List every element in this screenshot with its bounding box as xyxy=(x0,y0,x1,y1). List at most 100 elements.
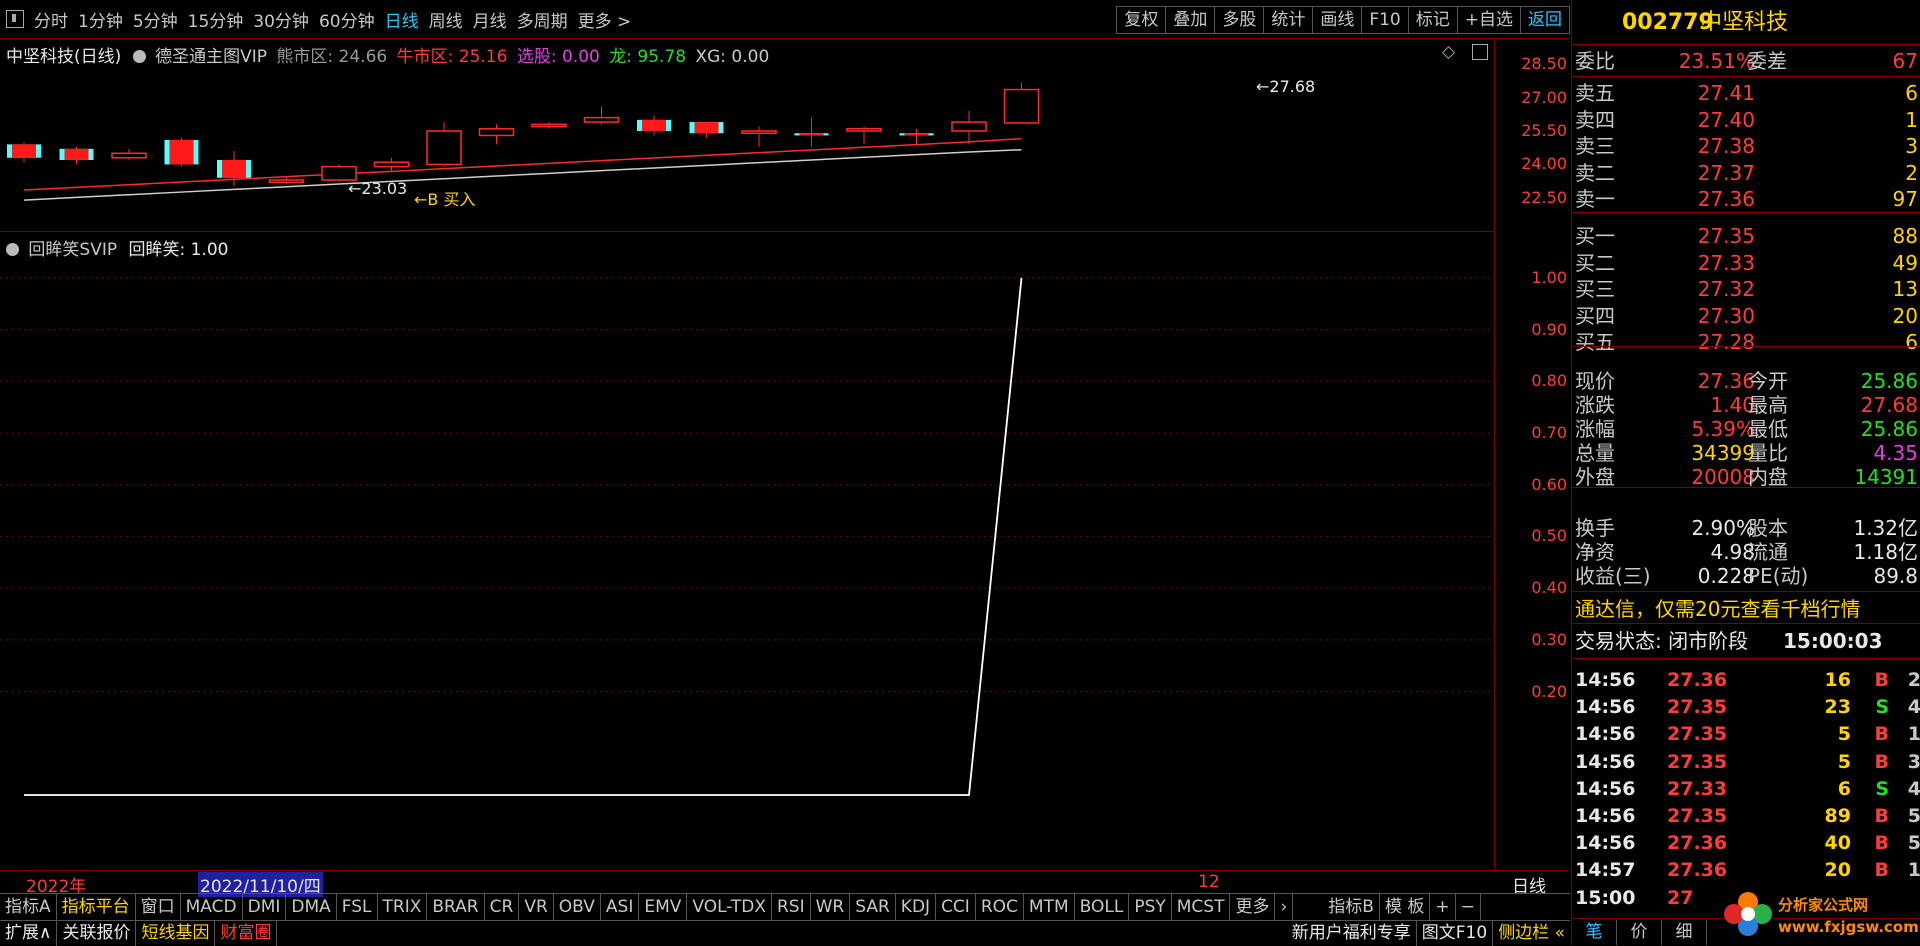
indicator-tab-26[interactable]: › xyxy=(1275,894,1294,921)
tick-price: 27.35 xyxy=(1667,696,1728,719)
indicator-tab-0[interactable]: 指标A xyxy=(0,894,57,921)
candle-body xyxy=(1003,88,1040,124)
indicator-tab-28[interactable]: 模 板 xyxy=(1380,894,1431,921)
tool-button-2[interactable]: 多股 xyxy=(1214,6,1264,34)
indicator-tab-3[interactable]: MACD xyxy=(181,894,243,921)
period-tab-6[interactable]: 日线 xyxy=(385,7,419,32)
candle xyxy=(478,124,515,145)
indicator-tab-7[interactable]: TRIX xyxy=(378,894,428,921)
tool-button-7[interactable]: +自选 xyxy=(1456,6,1520,34)
sidebar-link[interactable]: 侧边栏 « xyxy=(1493,921,1570,946)
finance-row-1-label2: 流通 xyxy=(1748,540,1788,564)
stat-row-2-label: 涨幅 xyxy=(1575,417,1615,441)
tick-price: 27 xyxy=(1667,886,1694,909)
indicator-tab-22[interactable]: BOLL xyxy=(1075,894,1130,921)
wealth-circle-button[interactable]: 财富圈 xyxy=(215,921,278,946)
short-gene-button[interactable]: 短线基因 xyxy=(136,921,216,946)
ask-row-0: 卖五 27.41 6 xyxy=(1572,80,1920,106)
tool-button-1[interactable]: 叠加 xyxy=(1165,6,1215,34)
f10-link[interactable]: 图文F10 xyxy=(1417,921,1494,946)
main-axis-tick: 27.00 xyxy=(1521,87,1567,107)
candle-body-inner xyxy=(642,119,666,131)
indicator-tab-9[interactable]: CR xyxy=(485,894,520,921)
period-tab-2[interactable]: 5分钟 xyxy=(133,7,178,32)
bid-vol-0: 88 xyxy=(1892,224,1918,248)
indicator-tab-17[interactable]: SAR xyxy=(850,894,896,921)
tool-button-0[interactable]: 复权 xyxy=(1116,6,1166,34)
indicator-tabs: 指标A 指标平台 窗口 MACD DMI DMA FSL TRIX BRAR CR VR OBV ASI… xyxy=(0,893,1570,921)
indicator-tab-14[interactable]: VOL-TDX xyxy=(687,894,772,921)
status-spacer xyxy=(277,921,1286,946)
tick-price: 27.36 xyxy=(1667,859,1728,882)
period-tab-8[interactable]: 月线 xyxy=(473,7,507,32)
indicator-tab-15[interactable]: RSI xyxy=(772,894,811,921)
indicator-tab-8[interactable]: BRAR xyxy=(427,894,485,921)
new-user-benefit-link[interactable]: 新用户福利专享 xyxy=(1287,921,1417,946)
indicator-tab-10[interactable]: VR xyxy=(519,894,554,921)
promo-banner[interactable]: 通达信，仅需20元查看千档行情 xyxy=(1572,596,1920,622)
indicator-tab-20[interactable]: ROC xyxy=(976,894,1024,921)
tool-button-8[interactable]: 返回 xyxy=(1520,6,1570,34)
indicator-tab-19[interactable]: CCI xyxy=(936,894,976,921)
bid-vol-1: 49 xyxy=(1892,250,1918,275)
period-tabs: 分时 1分钟 5分钟 15分钟 30分钟 60分钟 日线 周线 月线 多周期 更多 > xyxy=(24,0,631,38)
indicator-tab-21[interactable]: MTM xyxy=(1024,894,1075,921)
sub-indicator-chart[interactable]: 回眸笑SVIP 回眸笑: 1.00 xyxy=(0,232,1494,870)
tool-button-3[interactable]: 统计 xyxy=(1263,6,1313,34)
stat-row-0-value2: 25.86 xyxy=(1860,369,1918,393)
indicator-tab-29[interactable]: + xyxy=(1430,894,1456,921)
tool-button-5[interactable]: F10 xyxy=(1361,6,1408,34)
sidebar-toggle-icon[interactable] xyxy=(6,10,24,28)
ask-row-3-value: 27.37 xyxy=(1697,160,1755,185)
related-quote-button[interactable]: 关联报价 xyxy=(57,921,137,946)
bid-row-3-value: 27.30 xyxy=(1697,303,1755,328)
finance-row-0-value: 2.90% xyxy=(1691,516,1755,540)
date-axis: 2022年 2022/11/10/四 12 日线 xyxy=(0,870,1570,897)
period-tab-0[interactable]: 分时 xyxy=(34,7,68,32)
candle-body-inner xyxy=(904,133,929,136)
finance-row-2-label2: PE(动) xyxy=(1748,564,1809,588)
indicator-tab-13[interactable]: EMV xyxy=(639,894,688,921)
ask-vol-1: 1 xyxy=(1905,107,1918,132)
tick-price: 27.35 xyxy=(1667,805,1728,827)
indicator-tab-1[interactable]: 指标平台 xyxy=(57,894,136,921)
indicator-tab-11[interactable]: OBV xyxy=(554,894,601,921)
indicator-tab-6[interactable]: FSL xyxy=(337,894,378,921)
sub-axis-tick: 0.80 xyxy=(1531,371,1567,391)
indicator-tab-4[interactable]: DMI xyxy=(243,894,287,921)
period-tab-5[interactable]: 60分钟 xyxy=(319,7,375,32)
period-tab-3[interactable]: 15分钟 xyxy=(188,7,244,32)
indicator-tab-27[interactable]: 指标B xyxy=(1323,894,1380,921)
indicator-tab-12[interactable]: ASI xyxy=(601,894,640,921)
period-tab-1[interactable]: 1分钟 xyxy=(78,7,123,32)
indicator-tab-24[interactable]: MCST xyxy=(1172,894,1231,921)
stat-row-1-label: 涨跌 xyxy=(1575,393,1615,417)
sub-indicator-svg xyxy=(0,277,1494,796)
promo-text[interactable]: 通达信，仅需20元查看千档行情 xyxy=(1575,596,1860,622)
indicator-tab-16[interactable]: WR xyxy=(811,894,851,921)
bid-row-1-value: 27.33 xyxy=(1697,250,1755,275)
period-tab-10[interactable]: 更多 > xyxy=(578,7,632,32)
indicator-tab-5[interactable]: DMA xyxy=(286,894,337,921)
ask-row-2: 卖三 27.38 3 xyxy=(1572,133,1920,159)
indicator-tab-2[interactable]: 窗口 xyxy=(136,894,181,921)
expand-button[interactable]: 扩展∧ xyxy=(0,921,58,946)
tick-price: 27.36 xyxy=(1667,669,1728,691)
period-tab-7[interactable]: 周线 xyxy=(429,7,463,32)
tick-volume: 6 xyxy=(1837,777,1851,800)
tab-jia[interactable]: 价 xyxy=(1617,920,1662,945)
tool-button-4[interactable]: 画线 xyxy=(1312,6,1362,34)
tab-bi[interactable]: 笔 xyxy=(1572,920,1617,945)
indicator-tab-30[interactable]: − xyxy=(1456,894,1481,921)
tick-count: 4 xyxy=(1907,696,1920,719)
period-tab-9[interactable]: 多周期 xyxy=(517,7,568,32)
tab-xi[interactable]: 细 xyxy=(1662,920,1707,945)
chart-tools: 复权 叠加 多股 统计 画线 F10 标记 +自选 返回 xyxy=(1116,6,1570,34)
indicator-tab-25[interactable]: 更多 xyxy=(1230,894,1276,921)
main-kline-chart[interactable]: 中坚科技(日线) 德圣通主图VIP 熊市区: 24.66 牛市区: 25.16 … xyxy=(0,39,1494,232)
indicator-tab-18[interactable]: KDJ xyxy=(896,894,937,921)
period-tab-4[interactable]: 30分钟 xyxy=(253,7,309,32)
indicator-tab-23[interactable]: PSY xyxy=(1129,894,1172,921)
tick-row-4: 14:56 27.33 6 S 4 xyxy=(1572,776,1920,803)
tool-button-6[interactable]: 标记 xyxy=(1407,6,1457,34)
